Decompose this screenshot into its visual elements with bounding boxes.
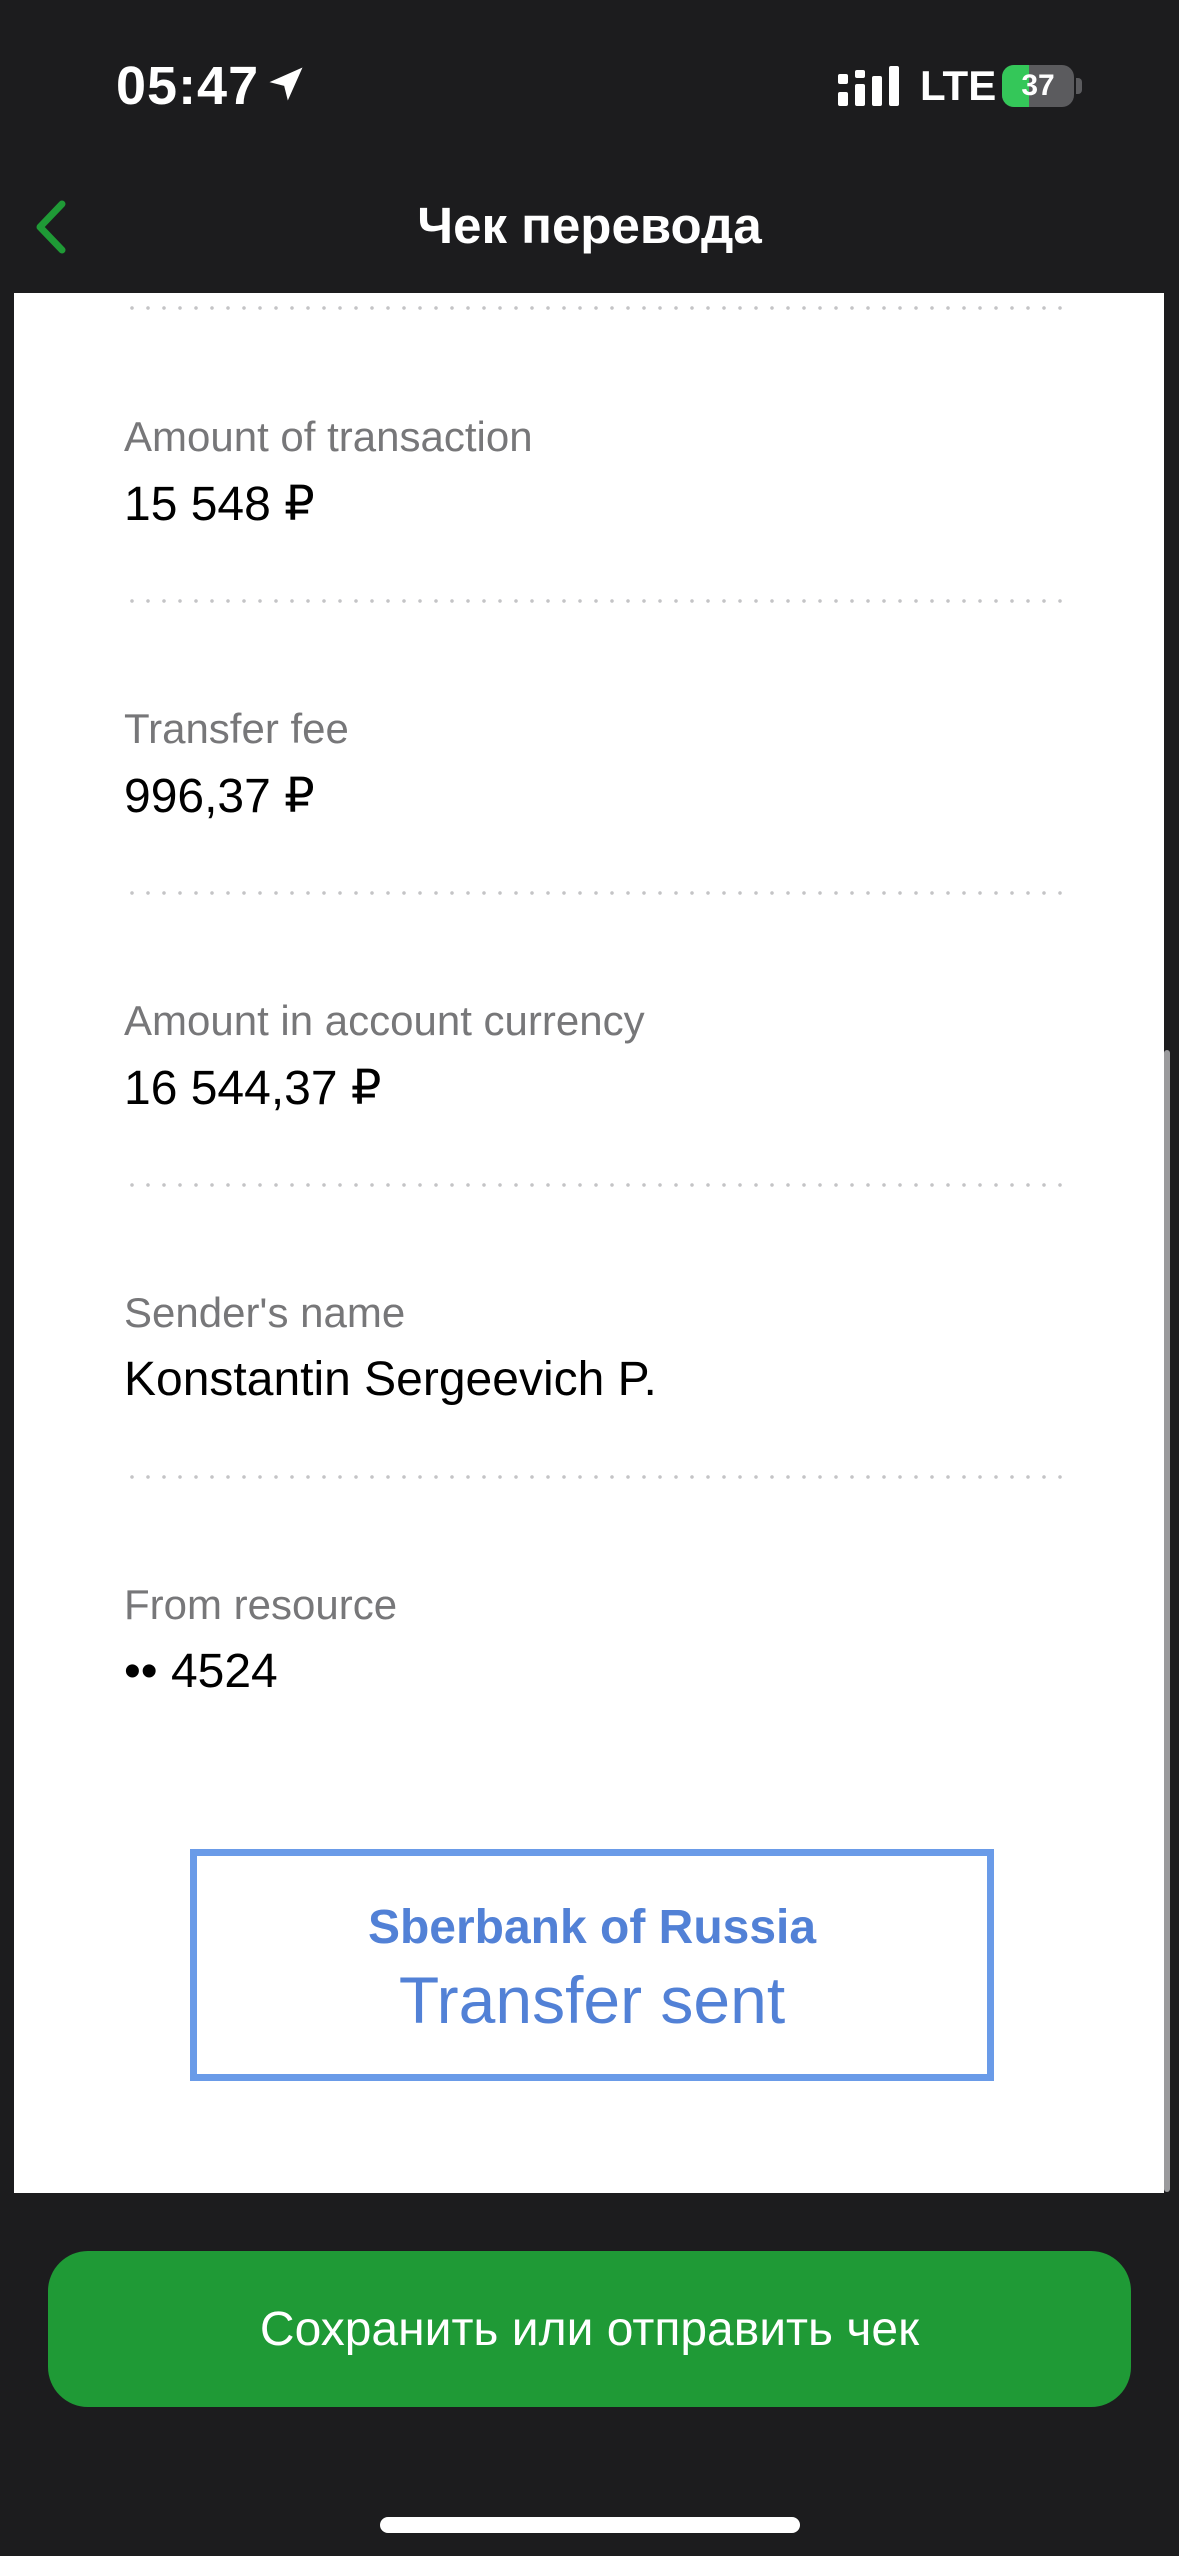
divider: [124, 1475, 1064, 1479]
stamp-bank-name: Sberbank of Russia: [367, 1901, 817, 1954]
field-label-resource: From resource: [124, 1581, 398, 1628]
divider: [124, 891, 1064, 895]
field-label-amount: Amount of transaction: [124, 413, 533, 460]
status-time: 05:47: [116, 56, 260, 116]
location-arrow-icon: [269, 67, 303, 101]
battery-icon: 37: [1002, 65, 1082, 107]
receipt-sheet: Amount of transaction 15 548 ₽ Transfer …: [14, 293, 1164, 2193]
nav-bar: Чек перевода: [0, 170, 1179, 295]
divider: [124, 306, 1064, 310]
field-value-resource: •• 4524: [124, 1645, 278, 1698]
cellular-signal-icon: [838, 66, 899, 106]
field-value-fee: 996,37 ₽: [124, 770, 315, 823]
page-title: Чек перевода: [417, 197, 762, 254]
divider: [124, 599, 1064, 603]
field-label-fee: Transfer fee: [124, 705, 349, 752]
field-value-account-amount: 16 544,37 ₽: [124, 1062, 382, 1115]
scrollbar[interactable]: [1164, 1050, 1170, 2192]
field-value-sender: Konstantin Sergeevich P.: [124, 1353, 657, 1406]
field-value-amount: 15 548 ₽: [124, 478, 315, 531]
field-label-sender: Sender's name: [124, 1289, 406, 1336]
stamp-status: Transfer sent: [398, 1963, 786, 2037]
save-receipt-button[interactable]: Сохранить или отправить чек: [48, 2251, 1131, 2407]
network-type: LTE: [920, 62, 997, 109]
field-label-account-amount: Amount in account currency: [124, 997, 645, 1044]
bank-stamp: Sberbank of Russia Transfer sent: [190, 1849, 994, 2081]
divider: [124, 1183, 1064, 1187]
status-bar: 05:47 LTE 37: [0, 0, 1179, 170]
save-receipt-label: Сохранить или отправить чек: [259, 2302, 920, 2356]
home-indicator[interactable]: [380, 2517, 800, 2533]
battery-percent: 37: [1021, 69, 1055, 102]
